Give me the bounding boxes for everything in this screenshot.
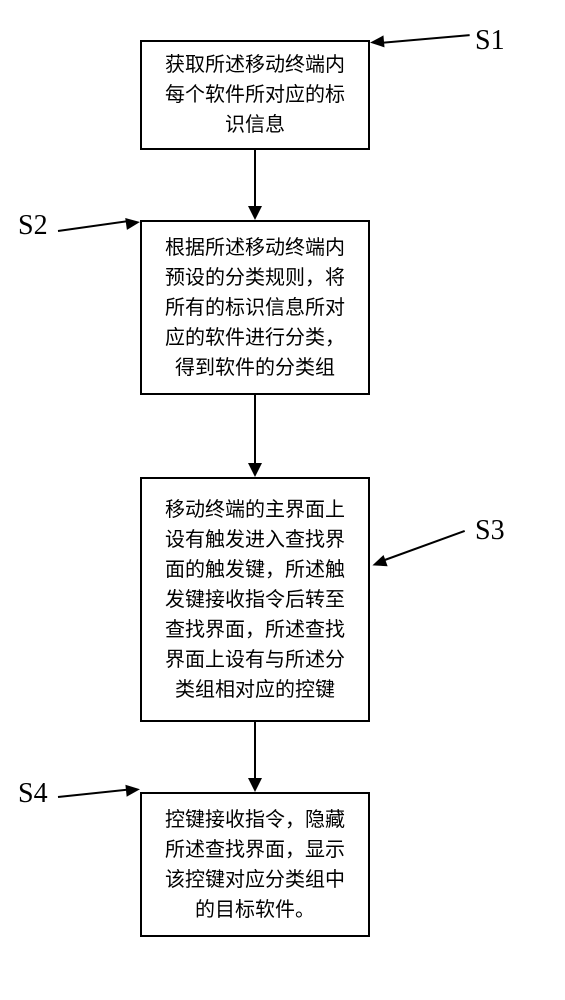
pointer-line-s1 (380, 34, 470, 44)
step-label-s4: S4 (18, 778, 48, 810)
pointer-head-s3 (370, 555, 387, 571)
step-label-s3: S3 (475, 515, 505, 547)
arrow-head-s3-s4 (248, 778, 262, 792)
pointer-head-s4 (125, 783, 140, 796)
step-label-s1: S1 (475, 25, 505, 57)
pointer-head-s1 (370, 35, 385, 48)
flowchart-step-s2: 根据所述移动终端内预设的分类规则，将所有的标识信息所对应的软件进行分类，得到软件… (140, 220, 370, 395)
arrow-s2-s3 (254, 395, 256, 465)
pointer-line-s2 (58, 220, 130, 232)
flowchart-step-s3: 移动终端的主界面上设有触发进入查找界面的触发键，所述触发键接收指令后转至查找界面… (140, 477, 370, 722)
arrow-head-s1-s2 (248, 206, 262, 220)
step-text: 控键接收指令，隐藏所述查找界面，显示该控键对应分类组中的目标软件。 (158, 805, 352, 925)
pointer-head-s2 (125, 216, 141, 230)
arrow-s1-s2 (254, 150, 256, 208)
pointer-line-s3 (382, 530, 465, 562)
arrow-head-s2-s3 (248, 463, 262, 477)
step-text: 根据所述移动终端内预设的分类规则，将所有的标识信息所对应的软件进行分类，得到软件… (158, 233, 352, 383)
arrow-s3-s4 (254, 722, 256, 780)
pointer-line-s4 (58, 788, 130, 798)
flowchart-step-s4: 控键接收指令，隐藏所述查找界面，显示该控键对应分类组中的目标软件。 (140, 792, 370, 937)
flowchart-step-s1: 获取所述移动终端内每个软件所对应的标识信息 (140, 40, 370, 150)
step-text: 获取所述移动终端内每个软件所对应的标识信息 (158, 50, 352, 140)
step-label-s2: S2 (18, 210, 48, 242)
flowchart-diagram: 获取所述移动终端内每个软件所对应的标识信息 S1 根据所述移动终端内预设的分类规… (0, 0, 565, 1000)
step-text: 移动终端的主界面上设有触发进入查找界面的触发键，所述触发键接收指令后转至查找界面… (158, 495, 352, 705)
